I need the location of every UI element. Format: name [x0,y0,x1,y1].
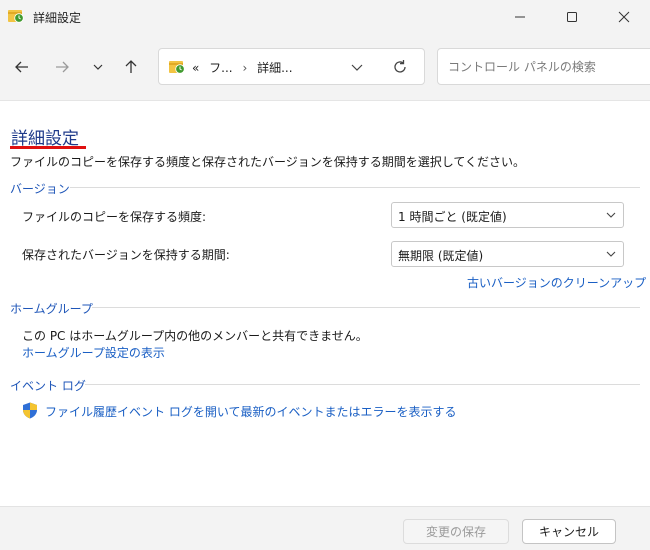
retention-select[interactable]: 無期限 (既定値) [391,241,624,267]
navigation-bar: « フ... › 詳細... [0,34,650,101]
search-input[interactable] [437,48,650,85]
breadcrumb-separator: › [242,61,248,75]
retention-select-value: 無期限 (既定値) [398,249,484,263]
save-changes-button[interactable]: 変更の保存 [403,519,509,544]
event-log-link[interactable]: ファイル履歴イベント ログを開いて最新のイベントまたはエラーを表示する [45,403,456,420]
eventlog-group-header: イベント ログ [10,379,86,393]
eventlog-divider [85,384,640,385]
maximize-icon [567,12,577,22]
back-button[interactable] [10,55,34,79]
versions-group-header: バージョン [10,182,70,196]
frequency-select[interactable]: 1 時間ごと (既定値) [391,202,624,228]
minimize-icon [515,16,525,18]
address-bar[interactable]: « フ... › 詳細... [158,48,425,85]
homegroup-message: この PC はホームグループ内の他のメンバーと共有できません。 [22,329,368,343]
homegroup-group-header: ホームグループ [10,302,93,316]
file-history-icon [8,10,24,23]
control-panel-icon [169,61,185,74]
up-arrow-icon [125,60,137,73]
address-dropdown-icon[interactable] [349,59,365,75]
close-icon [618,11,630,23]
frequency-select-value: 1 時間ごと (既定値) [398,210,507,224]
chevron-down-icon [93,64,103,70]
frequency-label: ファイルのコピーを保存する頻度: [22,210,207,224]
cancel-button[interactable]: キャンセル [522,519,616,544]
forward-button[interactable] [50,55,74,79]
homegroup-divider [92,307,640,308]
homegroup-settings-link[interactable]: ホームグループ設定の表示 [22,344,165,361]
up-button[interactable] [119,55,143,79]
recent-locations-button[interactable] [86,55,110,79]
refresh-icon[interactable] [391,58,409,76]
chevron-down-icon [606,251,616,257]
title-underline [10,146,86,149]
minimize-button[interactable] [497,0,543,34]
back-arrow-icon [15,61,28,73]
retention-label: 保存されたバージョンを保持する期間: [22,248,230,262]
breadcrumb: « フ... › 詳細... [192,59,293,76]
window-title: 詳細設定 [33,11,82,25]
breadcrumb-prefix[interactable]: « [192,61,199,75]
uac-shield-icon [23,402,37,419]
chevron-down-icon [606,212,616,218]
footer-bar: 変更の保存 キャンセル [0,506,650,550]
maximize-button[interactable] [549,0,595,34]
close-button[interactable] [601,0,647,34]
forward-arrow-icon [56,61,69,73]
versions-divider [70,187,640,188]
breadcrumb-item-advanced[interactable]: 詳細... [257,61,292,75]
breadcrumb-item-file-history[interactable]: フ... [203,61,232,75]
title-bar: 詳細設定 [0,0,650,34]
cleanup-versions-link[interactable]: 古いバージョンのクリーンアップ [467,274,646,291]
page-description: ファイルのコピーを保存する頻度と保存されたバージョンを保持する期間を選択してくだ… [10,155,526,169]
